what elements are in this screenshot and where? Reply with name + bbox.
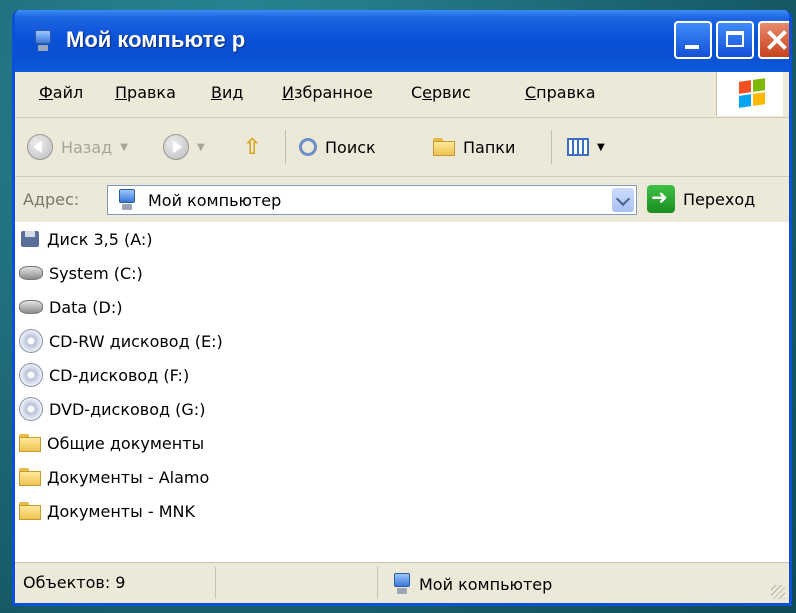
item-label: System (C:) xyxy=(49,263,143,283)
menu-favorites[interactable]: Избранное xyxy=(282,83,373,102)
list-item-drive-c[interactable]: System (C:) xyxy=(19,258,143,288)
floppy-drive-icon xyxy=(19,229,41,249)
minimize-button[interactable] xyxy=(674,21,712,59)
list-item-drive-g[interactable]: DVD-дисковод (G:) xyxy=(19,394,205,424)
folder-icon xyxy=(433,138,455,156)
title-bar[interactable]: Мой компьюте р xyxy=(15,10,789,72)
address-field[interactable]: Мой компьютер xyxy=(107,185,637,215)
chevron-down-icon[interactable]: ▼ xyxy=(197,142,205,153)
object-count: Объектов: 9 xyxy=(23,573,126,592)
list-item-drive-d[interactable]: Data (D:) xyxy=(19,292,122,322)
toolbar-divider xyxy=(285,130,286,164)
back-button[interactable]: Назад ▼ xyxy=(27,132,128,162)
list-item-drive-f[interactable]: CD-дисковод (F:) xyxy=(19,360,189,390)
chevron-down-icon[interactable]: ▼ xyxy=(120,142,128,153)
forward-arrow-icon xyxy=(163,134,189,160)
list-item-drive-e[interactable]: CD-RW дисковод (E:) xyxy=(19,326,223,356)
search-label: Поиск xyxy=(325,137,376,157)
search-icon xyxy=(299,138,317,156)
menu-file[interactable]: Файл xyxy=(39,83,83,102)
folders-label: Папки xyxy=(463,137,516,157)
window-title: Мой компьюте р xyxy=(66,27,246,52)
close-button[interactable] xyxy=(758,21,789,59)
address-bar: Адрес: Мой компьютер Переход xyxy=(15,177,789,224)
my-computer-icon xyxy=(393,573,411,595)
status-bar: Объектов: 9 Мой компьютер xyxy=(15,562,789,603)
menu-edit[interactable]: Правка xyxy=(115,83,176,102)
menu-bar: Файл Правка Вид Избранное Сервис Справка xyxy=(15,72,789,118)
back-label: Назад xyxy=(61,137,113,157)
windows-flag-icon xyxy=(739,78,765,108)
resize-grip[interactable] xyxy=(771,585,785,599)
go-label: Переход xyxy=(683,189,756,209)
menu-view[interactable]: Вид xyxy=(211,83,243,102)
file-list: Диск 3,5 (A:) System (C:) Data (D:) CD-R… xyxy=(15,222,789,562)
views-button[interactable]: ▼ xyxy=(567,132,605,162)
go-arrow-icon xyxy=(647,185,675,213)
item-label: Диск 3,5 (A:) xyxy=(47,229,153,249)
list-item-docs-alamo[interactable]: Документы - Alamo xyxy=(19,462,209,492)
my-computer-icon xyxy=(118,189,138,211)
menu-tools[interactable]: Сервис xyxy=(411,83,471,102)
status-location-label: Мой компьютер xyxy=(419,574,553,594)
list-item-docs-mnk[interactable]: Документы - MNK xyxy=(19,496,195,526)
status-location: Мой компьютер xyxy=(393,573,552,595)
dvd-drive-icon xyxy=(19,397,43,421)
chevron-down-icon: ▼ xyxy=(597,141,605,153)
back-arrow-icon xyxy=(27,134,53,160)
cd-drive-icon xyxy=(19,329,43,353)
list-item-drive-a[interactable]: Диск 3,5 (A:) xyxy=(19,224,153,254)
address-dropdown-button[interactable] xyxy=(612,188,634,212)
toolbar-divider xyxy=(551,130,552,164)
maximize-button[interactable] xyxy=(716,21,754,59)
item-label: DVD-дисковод (G:) xyxy=(49,399,206,419)
folder-up-icon: ⇧ xyxy=(243,134,262,160)
search-button[interactable]: Поиск xyxy=(299,132,376,162)
item-label: Документы - Alamo xyxy=(47,467,210,487)
up-button[interactable]: ⇧ xyxy=(243,132,261,162)
list-item-shared-docs[interactable]: Общие документы xyxy=(19,428,204,458)
item-label: CD-RW дисковод (E:) xyxy=(49,331,223,351)
menu-help[interactable]: Справка xyxy=(525,83,596,102)
views-icon xyxy=(567,138,589,156)
explorer-window: Мой компьюте р Файл Правка Вид Избранное… xyxy=(12,10,792,606)
hard-drive-icon xyxy=(19,266,43,280)
status-divider xyxy=(377,567,378,599)
cd-drive-icon xyxy=(19,363,43,387)
standard-toolbar: Назад ▼ ▼ ⇧ Поиск Папки ▼ xyxy=(15,118,789,177)
item-label: CD-дисковод (F:) xyxy=(49,365,190,385)
forward-button[interactable]: ▼ xyxy=(163,132,205,162)
hard-drive-icon xyxy=(19,300,43,314)
address-value: Мой компьютер xyxy=(148,191,282,210)
status-divider xyxy=(215,567,216,599)
item-label: Документы - MNK xyxy=(47,501,195,521)
folder-icon xyxy=(19,502,41,520)
address-label: Адрес: xyxy=(23,190,80,209)
go-button[interactable]: Переход xyxy=(647,185,755,213)
item-label: Data (D:) xyxy=(49,297,123,317)
folders-button[interactable]: Папки xyxy=(433,132,515,162)
windows-logo xyxy=(716,72,783,116)
folder-icon xyxy=(19,468,41,486)
folder-icon xyxy=(19,434,41,452)
item-label: Общие документы xyxy=(47,433,205,453)
